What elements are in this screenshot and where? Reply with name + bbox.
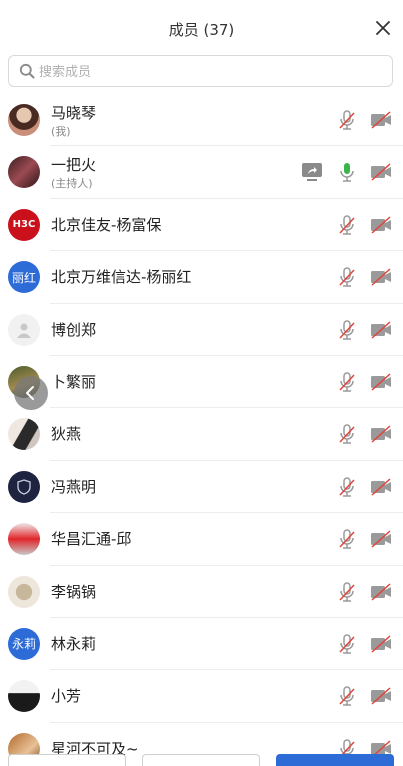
mic-muted-icon[interactable]	[336, 109, 358, 131]
camera-off-icon[interactable]	[370, 530, 392, 548]
search-icon	[19, 63, 35, 79]
screen-share-icon[interactable]	[301, 162, 323, 182]
avatar: H3C	[8, 208, 40, 241]
floating-back-button[interactable]	[14, 376, 48, 410]
mic-muted-icon[interactable]	[336, 581, 358, 603]
member-name: 北京佳友-杨富保	[51, 215, 162, 234]
member-name: 狄燕	[51, 425, 82, 444]
member-name: 华昌汇通-邱	[51, 530, 132, 549]
member-row[interactable]: H3C 北京佳友-杨富保	[0, 199, 403, 252]
camera-off-icon[interactable]	[370, 373, 392, 391]
avatar	[8, 575, 40, 608]
footer-button-primary[interactable]	[276, 754, 394, 766]
member-role: (主持人)	[51, 177, 93, 191]
member-row[interactable]: 狄燕	[0, 408, 403, 461]
member-name: 马晓琴	[51, 104, 97, 122]
member-row[interactable]: 马晓琴 (我)	[0, 94, 403, 147]
avatar: 丽红	[8, 261, 40, 294]
footer-button-2[interactable]	[142, 754, 260, 766]
member-name: 北京万维信达-杨丽红	[51, 268, 192, 287]
member-role: (我)	[51, 125, 71, 138]
search-bar[interactable]	[8, 55, 393, 87]
mic-muted-icon[interactable]	[336, 528, 358, 550]
user-placeholder-icon	[17, 323, 31, 338]
avatar	[8, 523, 40, 556]
member-row[interactable]: 丽红 北京万维信达-杨丽红	[0, 251, 403, 304]
camera-off-icon[interactable]	[370, 268, 392, 286]
camera-off-icon[interactable]	[370, 687, 392, 705]
mic-muted-icon[interactable]	[336, 319, 358, 341]
mic-muted-icon[interactable]	[336, 476, 358, 498]
bottom-action-bar	[0, 754, 403, 766]
member-row[interactable]: 一把火 (主持人)	[0, 146, 403, 199]
member-row[interactable]: 李锅锅	[0, 566, 403, 618]
avatar	[8, 313, 40, 346]
header: 成员 (37)	[0, 0, 403, 56]
camera-off-icon[interactable]	[370, 111, 392, 129]
avatar	[8, 156, 40, 189]
mic-muted-icon[interactable]	[336, 371, 358, 393]
member-row[interactable]: 小芳	[0, 670, 403, 723]
camera-off-icon[interactable]	[370, 425, 392, 443]
chevron-left-icon	[26, 386, 34, 400]
search-input[interactable]	[39, 60, 379, 84]
member-row[interactable]: 华昌汇通-邱	[0, 513, 403, 566]
member-name: 博创郑	[51, 320, 97, 339]
member-list: 马晓琴 (我) 一把火 (主持人) H3C 北京佳友-杨富保 丽红 北京万维信达…	[0, 94, 403, 766]
camera-off-icon[interactable]	[370, 321, 392, 339]
member-name: 一把火	[51, 156, 97, 175]
camera-off-icon[interactable]	[370, 163, 392, 181]
member-row[interactable]: 永莉 林永莉	[0, 618, 403, 671]
member-name: 林永莉	[51, 634, 97, 653]
member-name: 李锅锅	[51, 582, 97, 601]
footer-button-1[interactable]	[8, 754, 126, 766]
avatar	[8, 680, 40, 713]
avatar: 永莉	[8, 627, 40, 660]
mic-muted-icon[interactable]	[336, 685, 358, 707]
avatar	[8, 418, 40, 451]
member-name: 小芳	[51, 687, 82, 706]
page-title: 成员 (37)	[168, 21, 235, 39]
member-name: 卜繁丽	[51, 372, 97, 391]
camera-off-icon[interactable]	[370, 635, 392, 653]
close-icon[interactable]	[375, 20, 391, 36]
avatar	[8, 104, 40, 136]
member-row[interactable]: 博创郑	[0, 304, 403, 356]
camera-off-icon[interactable]	[370, 478, 392, 496]
camera-off-icon[interactable]	[370, 582, 392, 601]
avatar	[8, 470, 40, 503]
member-row[interactable]: 冯燕明	[0, 461, 403, 514]
member-name: 冯燕明	[51, 477, 97, 496]
mic-icon[interactable]	[336, 161, 358, 183]
shield-icon	[17, 479, 31, 495]
mic-muted-icon[interactable]	[336, 266, 358, 288]
camera-off-icon[interactable]	[370, 216, 392, 234]
mic-muted-icon[interactable]	[336, 423, 358, 445]
mic-muted-icon[interactable]	[336, 633, 358, 655]
mic-muted-icon[interactable]	[336, 214, 358, 236]
member-row[interactable]: 卜繁丽	[0, 356, 403, 409]
